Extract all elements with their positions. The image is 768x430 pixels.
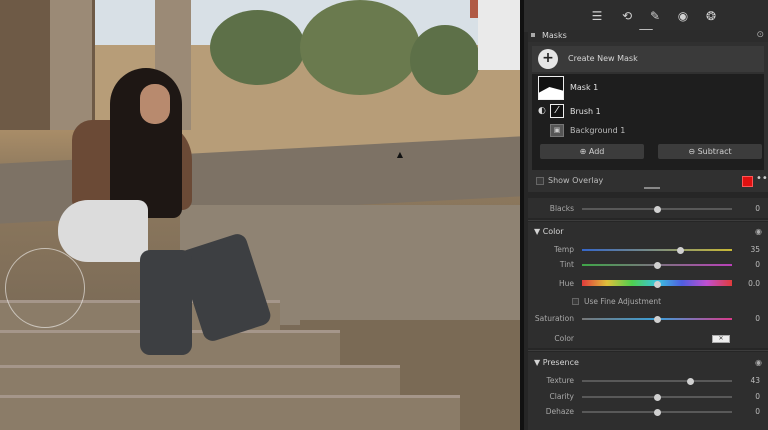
masks-title: Masks xyxy=(542,31,567,40)
eye-icon[interactable]: ◉ xyxy=(755,227,762,236)
dehaze-slider-thumb[interactable] xyxy=(654,408,661,416)
blacks-slider-thumb[interactable] xyxy=(654,205,661,213)
add-label: Add xyxy=(588,147,605,156)
brush-1-label[interactable]: Brush 1 xyxy=(570,107,601,116)
color-label: Color xyxy=(554,334,574,343)
person-face xyxy=(140,84,170,124)
add-button[interactable]: ⊕ Add xyxy=(540,144,644,159)
background-icon[interactable]: ▣ xyxy=(550,124,564,137)
overlay-color-swatch[interactable] xyxy=(742,176,753,187)
grip-icon[interactable] xyxy=(531,33,535,37)
color-section-title[interactable]: ▼ Color xyxy=(534,227,564,236)
brush-cursor xyxy=(5,248,85,328)
temp-value[interactable]: 35 xyxy=(736,245,760,254)
visibility-icon[interactable]: ◐ xyxy=(538,106,548,116)
blacks-row: Blacks 0 xyxy=(528,198,768,218)
sliders-icon[interactable]: ☰ xyxy=(590,9,604,23)
texture-slider-thumb[interactable] xyxy=(687,377,694,385)
saturation-value[interactable]: 0 xyxy=(736,314,760,323)
plus-icon[interactable]: + xyxy=(538,49,558,69)
hue-slider-track[interactable] xyxy=(582,280,732,288)
masks-resize-handle[interactable] xyxy=(644,187,660,189)
tint-label: Tint xyxy=(559,260,574,269)
edit-panel: ☰ ⟲ ✎ ◉ ❂ Masks ⊙ + Create New Mask Mask… xyxy=(520,0,768,430)
texture-slider-track[interactable] xyxy=(582,377,732,385)
toolbar: ☰ ⟲ ✎ ◉ ❂ xyxy=(524,0,768,32)
background-1-label[interactable]: Background 1 xyxy=(570,126,625,135)
red-eye-icon[interactable]: ◉ xyxy=(676,9,690,23)
person-boot xyxy=(140,250,192,355)
dehaze-label: Dehaze xyxy=(545,407,574,416)
texture-value[interactable]: 43 xyxy=(736,376,760,385)
saturation-slider-track[interactable] xyxy=(582,315,732,323)
color-picker-swatch[interactable]: ✕ xyxy=(712,335,730,343)
tint-slider-track[interactable] xyxy=(582,261,732,269)
masks-header[interactable]: Masks ⊙ xyxy=(528,30,768,42)
divider xyxy=(528,220,768,221)
hue-slider-thumb[interactable] xyxy=(654,281,661,288)
fine-adjustment-label: Use Fine Adjustment xyxy=(584,297,662,306)
step xyxy=(0,395,460,430)
eye-icon[interactable]: ◉ xyxy=(755,358,762,367)
mask-list: Mask 1 ◐ ⁄ Brush 1 ▣ Background 1 ⊕ Add … xyxy=(532,74,764,170)
saturation-label: Saturation xyxy=(534,314,574,323)
dehaze-value[interactable]: 0 xyxy=(736,407,760,416)
tint-value[interactable]: 0 xyxy=(736,260,760,269)
clarity-slider-track[interactable] xyxy=(582,393,732,401)
fine-adjustment-checkbox[interactable] xyxy=(572,298,579,305)
divider xyxy=(528,350,768,351)
mask-1-label[interactable]: Mask 1 xyxy=(570,83,598,92)
presence-section-title[interactable]: ▼ Presence xyxy=(534,358,579,367)
hue-value[interactable]: 0.0 xyxy=(736,279,760,288)
create-new-mask-label: Create New Mask xyxy=(568,54,638,63)
clarity-label: Clarity xyxy=(549,392,574,401)
tree xyxy=(210,10,305,85)
photo-canvas[interactable]: ▲ xyxy=(0,0,520,430)
mask-pin-icon[interactable]: ▲ xyxy=(396,151,404,159)
brush-icon[interactable]: ⁄ xyxy=(550,104,564,118)
temp-slider-thumb[interactable] xyxy=(676,246,684,254)
dehaze-slider-track[interactable] xyxy=(582,408,732,416)
collapse-icon[interactable]: ⊙ xyxy=(756,30,764,40)
building xyxy=(478,0,520,70)
person-skirt xyxy=(58,200,148,262)
temp-label: Temp xyxy=(554,245,574,254)
temp-slider-track[interactable] xyxy=(582,246,732,254)
tint-slider-thumb[interactable] xyxy=(654,261,661,269)
clarity-slider-thumb[interactable] xyxy=(654,393,661,401)
clarity-value[interactable]: 0 xyxy=(736,392,760,401)
texture-label: Texture xyxy=(546,376,574,385)
color-section: ▼ Color ◉ Temp 35 Tint 0 Hue 0.0 Use Fin… xyxy=(528,222,768,348)
blacks-value[interactable]: 0 xyxy=(736,204,760,213)
masks-panel: Masks ⊙ + Create New Mask Mask 1 ◐ ⁄ Bru… xyxy=(528,30,768,192)
show-overlay-label: Show Overlay xyxy=(548,176,604,185)
create-new-mask-row[interactable]: + Create New Mask xyxy=(532,46,764,72)
tree xyxy=(410,25,480,95)
show-overlay-checkbox[interactable] xyxy=(536,177,544,185)
masking-icon[interactable]: ❂ xyxy=(704,9,718,23)
show-overlay-row: Show Overlay ••• xyxy=(532,172,768,192)
crop-icon[interactable]: ⟲ xyxy=(620,9,634,23)
hue-label: Hue xyxy=(558,279,574,288)
porch-post xyxy=(50,0,92,130)
saturation-slider-thumb[interactable] xyxy=(654,315,661,323)
blacks-slider-track[interactable] xyxy=(582,205,732,213)
mask-thumbnail[interactable] xyxy=(538,76,564,100)
presence-section: ▼ Presence ◉ Texture 43 Clarity 0 Dehaze… xyxy=(528,352,768,430)
subtract-label: Subtract xyxy=(697,147,732,156)
blacks-label: Blacks xyxy=(549,204,574,213)
more-icon[interactable]: ••• xyxy=(756,173,768,184)
healing-brush-icon[interactable]: ✎ xyxy=(648,9,662,23)
tree xyxy=(300,0,420,95)
subtract-button[interactable]: ⊖ Subtract xyxy=(658,144,762,159)
